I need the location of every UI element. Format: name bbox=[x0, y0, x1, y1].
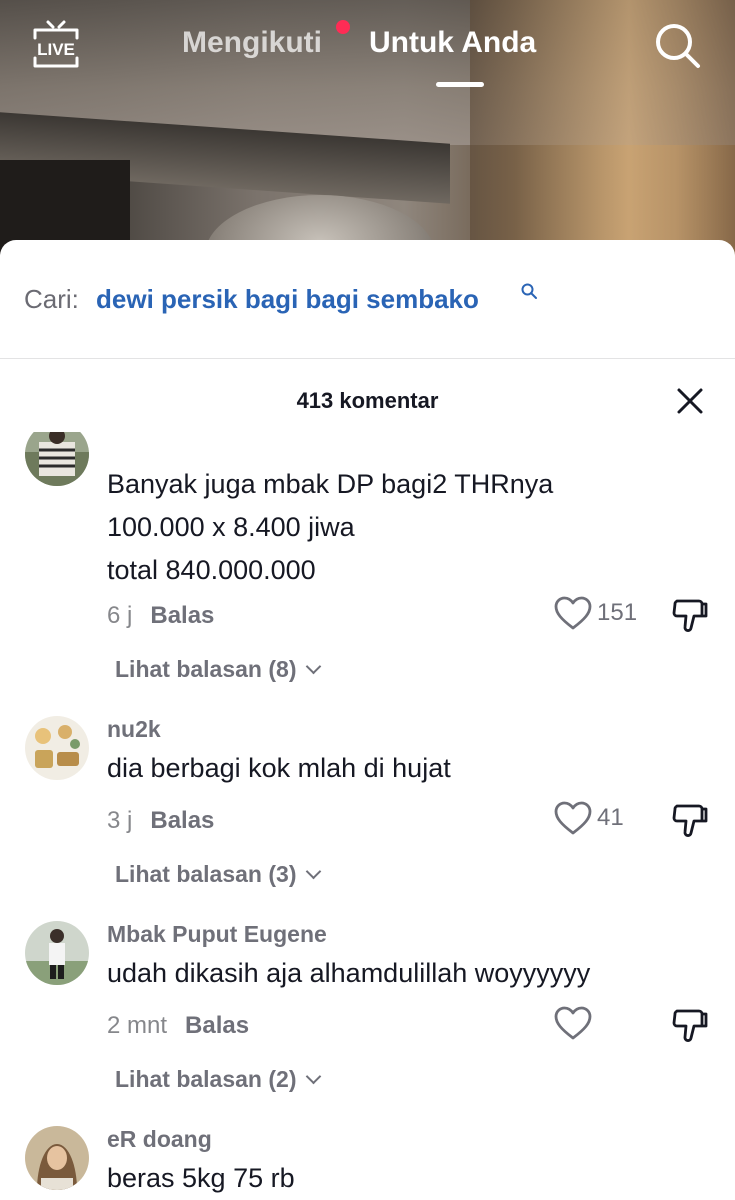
like-count: 151 bbox=[597, 599, 638, 626]
view-replies-button[interactable]: Lihat balasan (3) bbox=[115, 861, 322, 888]
search-icon bbox=[656, 24, 700, 68]
search-suggestion-term[interactable]: dewi persik bagi bagi sembako bbox=[96, 284, 479, 315]
comment-time: 3 j bbox=[107, 807, 133, 834]
thumbs-down-icon bbox=[672, 1009, 708, 1042]
search-icon bbox=[521, 283, 537, 299]
view-replies-button[interactable]: Lihat balasan (8) bbox=[115, 656, 322, 683]
comment-text-line: total 840.000.000 bbox=[107, 555, 316, 585]
search-suggestion[interactable]: Cari: dewi persik bagi bagi sembako bbox=[0, 240, 735, 359]
comment-text-line: 100.000 x 8.400 jiwa bbox=[107, 512, 355, 542]
chevron-down-icon bbox=[306, 658, 322, 675]
heart-icon bbox=[554, 1006, 592, 1040]
comment-username[interactable]: Mbak Puput Eugene bbox=[107, 921, 327, 948]
like-button[interactable]: 41 bbox=[553, 799, 653, 839]
view-replies-button[interactable]: Lihat balasan (2) bbox=[115, 1066, 322, 1093]
search-button[interactable] bbox=[652, 20, 702, 70]
heart-icon bbox=[554, 596, 592, 630]
live-tv-icon: LIVE bbox=[33, 20, 79, 68]
reply-button[interactable]: Balas bbox=[185, 1012, 249, 1039]
comment-time: 2 mnt bbox=[107, 1012, 168, 1039]
comment-text-line: beras 5kg 75 rb bbox=[107, 1163, 295, 1193]
live-button[interactable]: LIVE bbox=[29, 18, 83, 72]
close-comments-button[interactable] bbox=[675, 386, 705, 416]
dislike-button[interactable] bbox=[670, 596, 710, 636]
comment-meta: 6 j Balas bbox=[107, 602, 214, 630]
reply-button[interactable]: Balas bbox=[150, 602, 214, 629]
comment-username[interactable]: eR doang bbox=[107, 1126, 212, 1153]
comment-count: 413 komentar bbox=[296, 388, 439, 413]
comment-time: 6 j bbox=[107, 602, 133, 629]
like-count: 41 bbox=[597, 804, 624, 831]
avatar[interactable] bbox=[25, 1126, 89, 1190]
dislike-button[interactable] bbox=[670, 801, 710, 841]
close-icon bbox=[677, 388, 703, 414]
comment-text-line: dia berbagi kok mlah di hujat bbox=[107, 753, 451, 783]
heart-icon bbox=[554, 801, 592, 835]
avatar[interactable] bbox=[25, 432, 89, 486]
comment-meta: 2 mnt Balas bbox=[107, 1012, 249, 1040]
thumbs-down-icon bbox=[672, 804, 708, 837]
comments-sheet: Cari: dewi persik bagi bagi sembako 413 … bbox=[0, 240, 735, 1200]
comment-text-line: udah dikasih aja alhamdulillah woyyyyyy bbox=[107, 958, 591, 988]
tab-for-you[interactable]: Untuk Anda bbox=[369, 26, 536, 60]
top-navigation: LIVE Mengikuti Untuk Anda bbox=[0, 0, 735, 100]
like-button[interactable]: 151 bbox=[553, 594, 653, 634]
search-suggestion-prefix: Cari: bbox=[24, 284, 79, 314]
dislike-button[interactable] bbox=[670, 1006, 710, 1046]
comment-meta: 3 j Balas bbox=[107, 807, 214, 835]
view-replies-label: Lihat balasan (2) bbox=[115, 1066, 297, 1092]
avatar[interactable] bbox=[25, 921, 89, 985]
comment-text-line: Banyak juga mbak DP bagi2 THRnya bbox=[107, 469, 554, 499]
avatar[interactable] bbox=[25, 716, 89, 780]
chevron-down-icon bbox=[306, 1068, 322, 1085]
view-replies-label: Lihat balasan (3) bbox=[115, 861, 297, 887]
comment-username[interactable]: nu2k bbox=[107, 716, 161, 743]
live-label: LIVE bbox=[37, 40, 75, 59]
notification-dot bbox=[336, 20, 350, 34]
like-button[interactable] bbox=[553, 1004, 653, 1044]
comment-list[interactable]: Banyak juga mbak DP bagi2 THRnya 100.000… bbox=[0, 432, 735, 1200]
active-tab-indicator bbox=[436, 82, 484, 87]
chevron-down-icon bbox=[306, 863, 322, 880]
tab-following[interactable]: Mengikuti bbox=[182, 26, 322, 60]
reply-button[interactable]: Balas bbox=[150, 807, 214, 834]
thumbs-down-icon bbox=[672, 599, 708, 632]
view-replies-label: Lihat balasan (8) bbox=[115, 656, 297, 682]
